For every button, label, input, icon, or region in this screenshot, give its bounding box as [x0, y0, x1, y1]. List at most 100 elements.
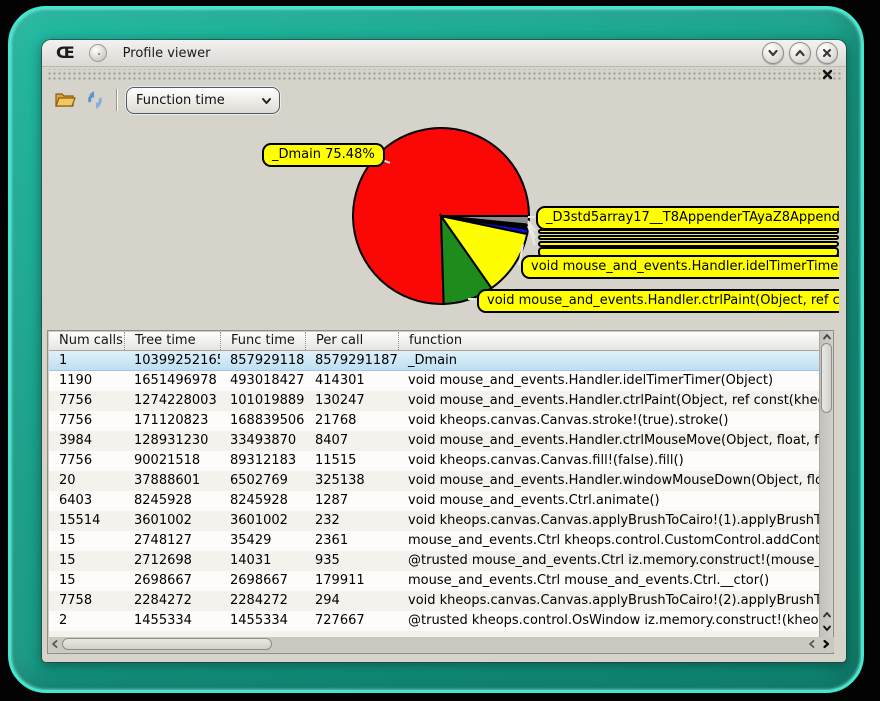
profile-table: Num callsTree timeFunc timePer callfunct… — [49, 332, 820, 638]
cell-func-time: 493018427 — [220, 371, 305, 391]
cell-tree-time: 2748127 — [124, 531, 220, 551]
chevron-down-icon — [767, 47, 779, 59]
cell-tree-time: 2712698 — [124, 551, 220, 571]
table-row[interactable]: 152748127354292361mouse_and_events.Ctrl … — [49, 531, 820, 551]
cell-function: void mouse_and_events.Handler.ctrlPaint(… — [398, 391, 820, 411]
view-mode-select[interactable]: Function time — [126, 87, 280, 114]
pie-slice-label: void mouse_and_events.Handler.ctrlPaint(… — [477, 289, 839, 313]
cell-per-call: 2361 — [305, 531, 398, 551]
close-button[interactable] — [816, 42, 838, 64]
table-row[interactable]: 7756900215188931218311515void kheops.can… — [49, 451, 820, 471]
titlebar[interactable]: Œ Profile viewer — [42, 40, 846, 67]
cell-func-time: 1455334 — [220, 611, 305, 631]
chevron-up-icon — [794, 47, 806, 59]
chevron-down-icon — [822, 623, 832, 633]
cell-func-time: 35429 — [220, 531, 305, 551]
pie-slice-label-collapsed — [538, 229, 839, 234]
maximize-button[interactable] — [789, 42, 811, 64]
cell-function: _Dmain — [398, 351, 820, 370]
vertical-scrollbar[interactable] — [819, 331, 833, 637]
table-row[interactable]: 775612742280031010198891130247void mouse… — [49, 391, 820, 411]
scroll-up-button-bottom[interactable] — [821, 609, 833, 621]
cell-per-call: 1287 — [305, 491, 398, 511]
cell-num-calls: 1 — [49, 351, 124, 370]
scroll-right-button[interactable] — [820, 638, 832, 650]
horizontal-scroll-thumb[interactable] — [62, 638, 272, 650]
vertical-scroll-thumb[interactable] — [821, 343, 832, 413]
cell-num-calls: 15514 — [49, 511, 124, 531]
cell-num-calls: 15 — [49, 571, 124, 591]
cell-num-calls: 20 — [49, 471, 124, 491]
cell-per-call: 130247 — [305, 391, 398, 411]
cell-tree-time: 128931230 — [124, 431, 220, 451]
cell-func-time: 8245928 — [220, 491, 305, 511]
chevron-down-icon — [260, 94, 273, 107]
app-icon: Œ — [56, 45, 75, 61]
chevron-up-icon — [822, 610, 832, 620]
cell-per-call: 8407 — [305, 431, 398, 451]
cell-per-call: 21768 — [305, 411, 398, 431]
cell-per-call: 179911 — [305, 571, 398, 591]
chevron-left-icon — [50, 639, 60, 649]
cell-per-call: 8579291187 — [305, 351, 398, 370]
scroll-up-button[interactable] — [821, 331, 833, 343]
cell-num-calls: 7758 — [49, 591, 124, 611]
column-header-func-time[interactable]: Func time — [220, 332, 305, 350]
cell-tree-time: 1651496978 — [124, 371, 220, 391]
scroll-left-button-right[interactable] — [806, 638, 818, 650]
table-row[interactable]: 775617112082316883950621768void kheops.c… — [49, 411, 820, 431]
cell-tree-time: 37888601 — [124, 471, 220, 491]
table-row[interactable]: 20378886016502769325138void mouse_and_ev… — [49, 471, 820, 491]
table-row[interactable]: 11901651496978493018427414301void mouse_… — [49, 371, 820, 391]
table-row[interactable]: 1526986672698667179911mouse_and_events.C… — [49, 571, 820, 591]
toolbar-close-button[interactable] — [820, 67, 834, 81]
column-header-num-calls[interactable]: Num calls — [49, 332, 124, 350]
cell-function: void kheops.canvas.Canvas.stroke!(true).… — [398, 411, 820, 431]
cell-num-calls: 15 — [49, 551, 124, 571]
table-row[interactable]: 6403824592882459281287void mouse_and_eve… — [49, 491, 820, 511]
cell-func-time: 2698667 — [220, 571, 305, 591]
window-title: Profile viewer — [123, 46, 211, 61]
cell-function: void mouse_and_events.Ctrl.animate() — [398, 491, 820, 511]
cell-func-time: 1010198891 — [220, 391, 305, 411]
scroll-left-button[interactable] — [49, 638, 61, 650]
refresh-button[interactable] — [82, 87, 108, 113]
column-header-tree-time[interactable]: Tree time — [124, 332, 220, 350]
cell-tree-time: 171120823 — [124, 411, 220, 431]
cell-function: @trusted mouse_and_events.Ctrl iz.memory… — [398, 551, 820, 571]
cell-func-time: 14031 — [220, 551, 305, 571]
table-row[interactable]: 15271269814031935@trusted mouse_and_even… — [49, 551, 820, 571]
shade-button[interactable] — [762, 42, 784, 64]
cell-per-call: 727667 — [305, 611, 398, 631]
toolbar-handle[interactable] — [46, 69, 842, 81]
column-header-function[interactable]: function — [398, 332, 820, 350]
close-icon — [821, 47, 833, 59]
table-row[interactable]: 214553341455334727667@trusted kheops.con… — [49, 611, 820, 631]
horizontal-scrollbar[interactable] — [49, 637, 834, 652]
cell-func-time: 89312183 — [220, 451, 305, 471]
cell-tree-time: 3601002 — [124, 511, 220, 531]
view-mode-value: Function time — [136, 93, 260, 108]
cell-tree-time: 1274228003 — [124, 391, 220, 411]
cell-function: mouse_and_events.Ctrl mouse_and_events.C… — [398, 571, 820, 591]
profile-table-panel: Num callsTree timeFunc timePer callfunct… — [47, 330, 834, 654]
column-header-per-call[interactable]: Per call — [305, 332, 398, 350]
cell-tree-time: 90021518 — [124, 451, 220, 471]
cell-tree-time: 1455334 — [124, 611, 220, 631]
cell-per-call: 11515 — [305, 451, 398, 471]
cell-function: void kheops.canvas.Canvas.applyBrushToCa… — [398, 591, 820, 611]
table-row[interactable]: 11039925216585792911878579291187_Dmain — [49, 351, 820, 371]
cell-func-time: 2284272 — [220, 591, 305, 611]
open-file-button[interactable] — [52, 87, 78, 113]
table-header: Num callsTree timeFunc timePer callfunct… — [49, 332, 820, 351]
toolbar-separator — [116, 89, 118, 111]
open-folder-icon — [54, 90, 76, 110]
table-row[interactable]: 775822842722284272294void kheops.canvas.… — [49, 591, 820, 611]
cell-func-time: 8579291187 — [220, 351, 305, 370]
table-row[interactable]: 3984128931230334938708407void mouse_and_… — [49, 431, 820, 451]
scroll-down-button[interactable] — [821, 622, 833, 634]
cell-func-time: 33493870 — [220, 431, 305, 451]
toolbar: Function time — [42, 82, 846, 118]
window-menu-button[interactable] — [89, 44, 107, 62]
table-row[interactable]: 1551436010023601002232void kheops.canvas… — [49, 511, 820, 531]
